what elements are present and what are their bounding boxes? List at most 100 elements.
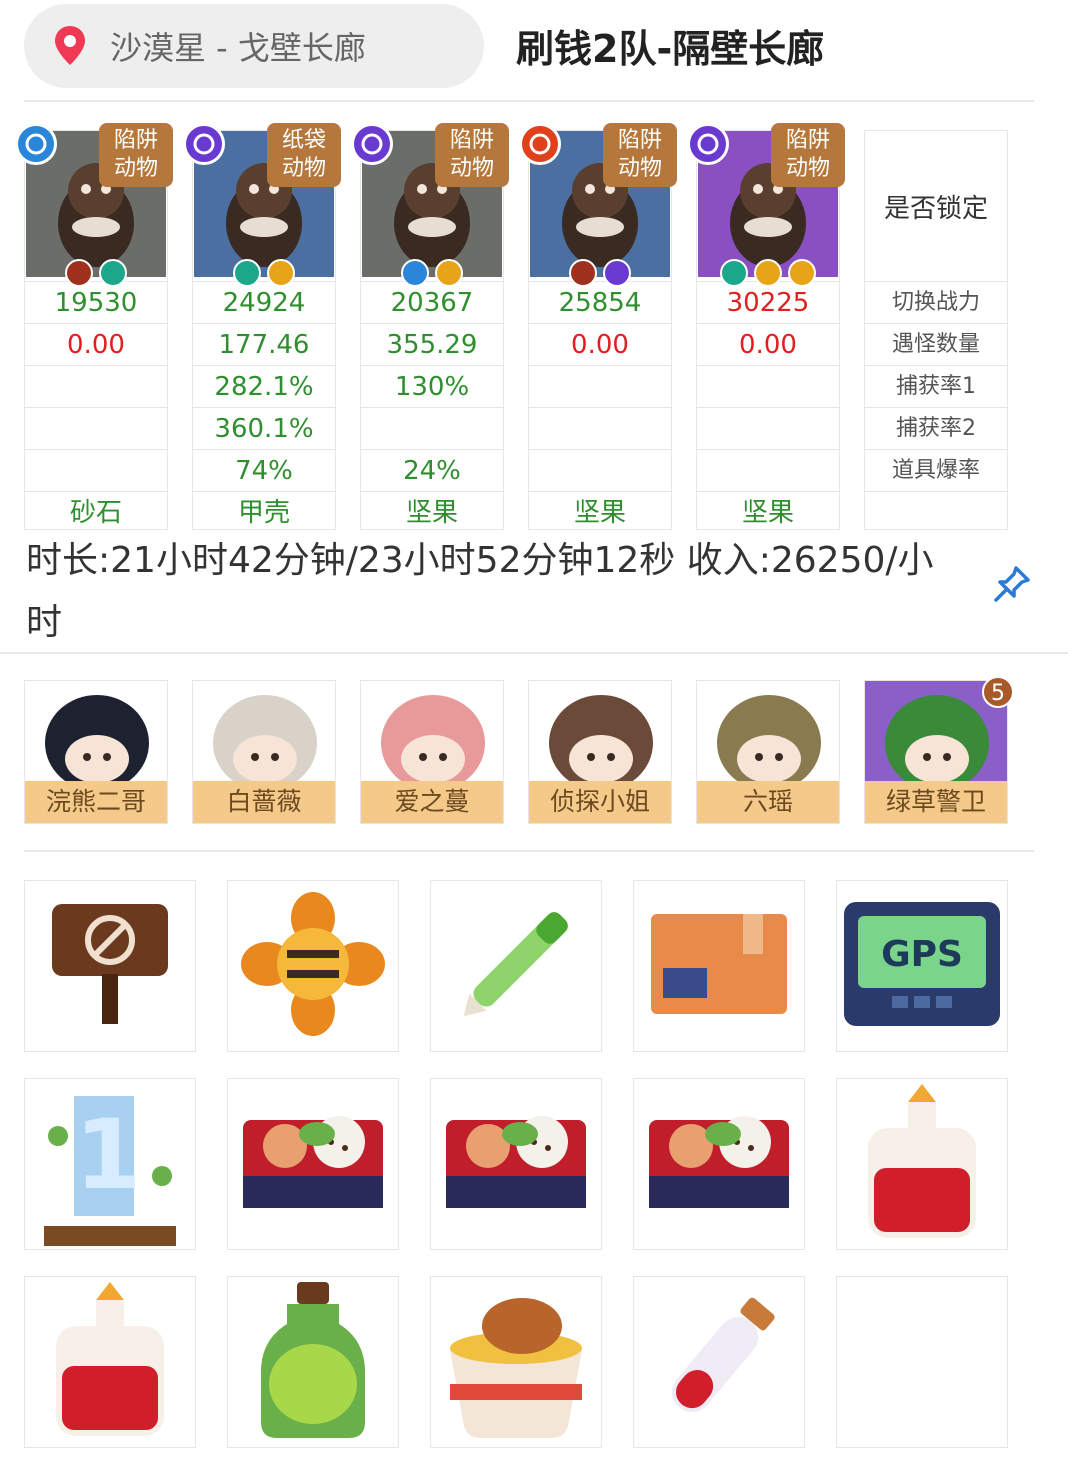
lock-toggle[interactable]: 是否锁定: [865, 131, 1007, 281]
skill-icons: [529, 259, 671, 287]
pin-icon[interactable]: [990, 562, 1034, 606]
fire-element-icon: [519, 123, 561, 165]
no-sign-icon: [25, 881, 195, 1051]
pet-encounters: 177.46: [193, 323, 335, 365]
bento-box-icon: [431, 1079, 601, 1249]
fried-chicken-bowl-icon: [431, 1277, 601, 1447]
label-capture2: 捕获率2: [865, 407, 1007, 449]
pet-encounters: 355.29: [361, 323, 503, 365]
skill-icons: [193, 259, 335, 287]
pet-power: 20367: [361, 281, 503, 323]
dark-element-icon: [687, 123, 729, 165]
skill-gem-icon: [65, 259, 93, 287]
character-card[interactable]: 浣熊二哥: [24, 680, 168, 824]
pet-encounters: 0.00: [25, 323, 167, 365]
divider: [24, 850, 1034, 852]
pen-icon: [431, 881, 601, 1051]
pet-trait-text: 动物: [617, 156, 662, 181]
character-card[interactable]: 爱之蔓: [360, 680, 504, 824]
item-slot[interactable]: [633, 1078, 805, 1250]
pet-card[interactable]: 陷阱 动物 19530 0.00 砂石: [15, 123, 173, 530]
pet-bait: 坚果: [697, 491, 839, 531]
character-name: 爱之蔓: [361, 781, 503, 823]
item-slot[interactable]: 1: [24, 1078, 196, 1250]
character-name: 侦探小姐: [529, 781, 671, 823]
character-name: 白蔷薇: [193, 781, 335, 823]
honeycomb-flower-icon: [228, 881, 398, 1051]
character-portrait: [193, 681, 335, 791]
pet-encounters: 0.00: [529, 323, 671, 365]
character-card[interactable]: 六瑶: [696, 680, 840, 824]
pet-capture1: 282.1%: [193, 365, 335, 407]
item-slot[interactable]: [227, 880, 399, 1052]
label-encounters: 遇怪数量: [865, 323, 1007, 365]
pet-capture2: [25, 407, 167, 449]
test-tube-icon: [634, 1277, 804, 1447]
pet-trait-text: 陷阱: [785, 128, 830, 153]
skill-gem-icon: [401, 259, 429, 287]
pet-power: 25854: [529, 281, 671, 323]
item-slot[interactable]: [633, 1276, 805, 1448]
pet-card[interactable]: 陷阱 动物 30225 0.00 坚果: [687, 123, 845, 531]
svg-text:GPS: GPS: [881, 934, 963, 975]
pet-trait-text: 动物: [113, 156, 158, 181]
svg-text:1: 1: [75, 1099, 142, 1211]
pet-capture1: [25, 365, 167, 407]
item-slot[interactable]: [430, 1078, 602, 1250]
pet-trait-text: 动物: [281, 156, 326, 181]
dark-element-icon: [351, 123, 393, 165]
empty-item-slot[interactable]: [836, 1276, 1008, 1448]
item-slot[interactable]: GPS: [836, 880, 1008, 1052]
pet-capture1: 130%: [361, 365, 503, 407]
item-slot[interactable]: [24, 880, 196, 1052]
pet-capture1: [697, 365, 839, 407]
pet-card[interactable]: 纸袋动物 24924 177.46 282.1% 360.1% 74% 甲壳: [183, 123, 341, 531]
divider: [0, 652, 1068, 654]
parcel-box-icon: [634, 881, 804, 1051]
skill-gem-icon: [754, 259, 782, 287]
character-name: 浣熊二哥: [25, 781, 167, 823]
skill-icons: [25, 259, 167, 287]
pet-bait: 甲壳: [193, 491, 335, 531]
character-portrait: [529, 681, 671, 791]
location-selector[interactable]: 沙漠星 - 戈壁长廊: [24, 4, 484, 88]
water-element-icon: [15, 123, 57, 165]
item-slot[interactable]: [633, 880, 805, 1052]
pet-power: 30225: [697, 281, 839, 323]
team-title: 刷钱2队-隔壁长廊: [516, 27, 825, 71]
label-capture1: 捕获率1: [865, 365, 1007, 407]
character-card[interactable]: 侦探小姐: [528, 680, 672, 824]
pet-capture2: 360.1%: [193, 407, 335, 449]
item-slot[interactable]: [227, 1078, 399, 1250]
item-slot[interactable]: [24, 1276, 196, 1448]
skill-gem-icon: [233, 259, 261, 287]
skill-gem-icon: [720, 259, 748, 287]
pet-trait-tag: 陷阱 动物: [603, 123, 677, 187]
red-potion-icon: [25, 1277, 195, 1447]
item-slot[interactable]: [227, 1276, 399, 1448]
item-slot[interactable]: [430, 880, 602, 1052]
pet-card[interactable]: 陷阱 动物 25854 0.00 坚果: [519, 123, 677, 530]
label-empty: [865, 491, 1007, 531]
character-card[interactable]: 白蔷薇: [192, 680, 336, 824]
duration-income-text: 时长:21小时42分钟/23小时52分钟12秒 收入:26250/小时: [26, 540, 934, 643]
switch-power-button[interactable]: 切换战力: [865, 281, 1007, 323]
pet-card[interactable]: 陷阱 动物 20367 355.29 130% 24% 坚果: [351, 123, 509, 531]
skill-gem-icon: [99, 259, 127, 287]
pet-trait-text: 动物: [449, 156, 494, 181]
pet-power: 19530: [25, 281, 167, 323]
dark-element-icon: [183, 123, 225, 165]
item-slot[interactable]: [836, 1078, 1008, 1250]
location-pin-icon: [52, 24, 88, 68]
pet-power: 24924: [193, 281, 335, 323]
pet-drop-rate: [25, 449, 167, 491]
pet-trait-tag: 纸袋 动物: [267, 123, 341, 187]
pet-trait-text: 纸袋: [281, 128, 326, 153]
pet-bait: 坚果: [361, 491, 503, 531]
pet-drop-rate: [697, 449, 839, 491]
item-slot[interactable]: [430, 1276, 602, 1448]
bento-box-icon: [634, 1079, 804, 1249]
pet-capture2: [361, 407, 503, 449]
pet-drop-rate: [529, 449, 671, 491]
pet-drop-rate: 74%: [193, 449, 335, 491]
